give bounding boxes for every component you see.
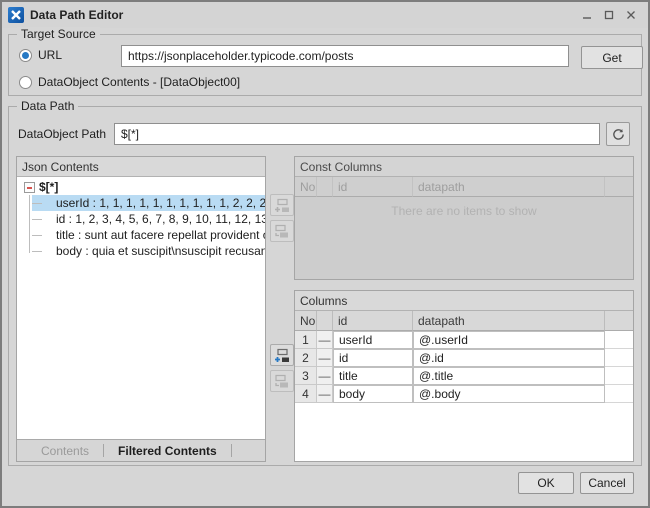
id-cell[interactable]: title bbox=[333, 367, 413, 385]
data-path-editor-dialog: Data Path Editor Target Source URL Get D… bbox=[0, 0, 650, 508]
filler-cell bbox=[605, 385, 633, 403]
columns-panel: Columns No id datapath 1 — userId @.user… bbox=[294, 290, 634, 462]
const-columns-title: Const Columns bbox=[295, 157, 633, 177]
add-row-icon[interactable] bbox=[270, 194, 294, 216]
dataobject-radio[interactable] bbox=[19, 76, 32, 89]
table-row: 4 — body @.body bbox=[295, 385, 633, 403]
collapse-minus-icon[interactable] bbox=[24, 182, 35, 193]
const-columns-panel: Const Columns No id datapath There are n… bbox=[294, 156, 634, 280]
insert-row-icon[interactable] bbox=[270, 220, 294, 242]
refresh-icon[interactable] bbox=[606, 122, 630, 146]
add-row-icon[interactable] bbox=[270, 344, 294, 366]
data-path-group-label: Data Path bbox=[17, 99, 78, 113]
datapath-cell[interactable]: @.id bbox=[413, 349, 605, 367]
dataobject-radio-label: DataObject Contents - [DataObject00] bbox=[38, 75, 240, 89]
tree-item-title[interactable]: title : sunt aut facere repellat provide… bbox=[32, 227, 265, 243]
const-columns-empty-area: There are no items to show bbox=[295, 197, 633, 279]
const-header-datapath: datapath bbox=[413, 177, 605, 197]
id-cell[interactable]: body bbox=[333, 385, 413, 403]
columns-header-filler bbox=[605, 311, 633, 331]
dataobject-path-input[interactable] bbox=[114, 123, 600, 145]
json-contents-panel: Json Contents $[*] userId : 1, 1, 1, 1, … bbox=[16, 156, 266, 462]
row-indicator: — bbox=[317, 385, 333, 403]
row-indicator: — bbox=[317, 367, 333, 385]
row-number: 2 bbox=[295, 349, 317, 367]
json-contents-tabs: Contents Filtered Contents bbox=[17, 440, 265, 461]
tree-root-node[interactable]: $[*] bbox=[17, 179, 265, 195]
insert-row-icon[interactable] bbox=[270, 370, 294, 392]
table-row: 1 — userId @.userId bbox=[295, 331, 633, 349]
get-button[interactable]: Get bbox=[581, 46, 643, 69]
columns-grid-body: 1 — userId @.userId 2 — id @.id 3 — titl… bbox=[295, 331, 633, 461]
const-columns-header-row: No id datapath bbox=[295, 177, 633, 197]
tab-contents[interactable]: Contents bbox=[27, 440, 103, 461]
url-radio-label: URL bbox=[38, 48, 62, 62]
empty-items-text: There are no items to show bbox=[295, 204, 633, 218]
table-row: 3 — title @.title bbox=[295, 367, 633, 385]
columns-title: Columns bbox=[295, 291, 633, 311]
cancel-button[interactable]: Cancel bbox=[580, 472, 634, 494]
filler-cell bbox=[605, 367, 633, 385]
tree-item-body[interactable]: body : quia et suscipit\nsuscipit recusa… bbox=[32, 243, 265, 259]
minimize-icon[interactable] bbox=[578, 6, 596, 24]
tree-root-label: $[*] bbox=[39, 180, 58, 194]
dataobject-path-label: DataObject Path bbox=[18, 127, 106, 141]
maximize-icon[interactable] bbox=[600, 6, 618, 24]
target-source-group: Target Source URL Get DataObject Content… bbox=[8, 34, 642, 96]
columns-header-datapath: datapath bbox=[413, 311, 605, 331]
tree-item-id[interactable]: id : 1, 2, 3, 4, 5, 6, 7, 8, 9, 10, 11, … bbox=[32, 211, 265, 227]
row-number: 4 bbox=[295, 385, 317, 403]
row-number: 3 bbox=[295, 367, 317, 385]
url-radio-row: URL bbox=[19, 48, 62, 62]
row-indicator: — bbox=[317, 349, 333, 367]
const-header-blank bbox=[317, 177, 333, 197]
dataobject-radio-row: DataObject Contents - [DataObject00] bbox=[19, 75, 240, 89]
columns-header-no: No bbox=[295, 311, 317, 331]
x-logo-icon bbox=[8, 7, 24, 23]
columns-header-blank bbox=[317, 311, 333, 331]
id-cell[interactable]: userId bbox=[333, 331, 413, 349]
filler-cell bbox=[605, 331, 633, 349]
table-row: 2 — id @.id bbox=[295, 349, 633, 367]
id-cell[interactable]: id bbox=[333, 349, 413, 367]
row-number: 1 bbox=[295, 331, 317, 349]
columns-header-id: id bbox=[333, 311, 413, 331]
close-icon[interactable] bbox=[622, 6, 640, 24]
ok-button[interactable]: OK bbox=[518, 472, 574, 494]
tree-item-userid[interactable]: userId : 1, 1, 1, 1, 1, 1, 1, 1, 1, 1, 2… bbox=[32, 195, 265, 211]
url-radio[interactable] bbox=[19, 49, 32, 62]
tree-guide-line bbox=[29, 195, 30, 253]
json-tree: $[*] userId : 1, 1, 1, 1, 1, 1, 1, 1, 1,… bbox=[17, 177, 265, 440]
window-title: Data Path Editor bbox=[30, 8, 123, 22]
target-source-group-label: Target Source bbox=[17, 27, 100, 41]
tab-filtered-contents[interactable]: Filtered Contents bbox=[104, 440, 231, 461]
datapath-cell[interactable]: @.body bbox=[413, 385, 605, 403]
json-contents-title: Json Contents bbox=[17, 157, 265, 177]
filler-cell bbox=[605, 349, 633, 367]
datapath-cell[interactable]: @.userId bbox=[413, 331, 605, 349]
tab-separator bbox=[231, 444, 232, 457]
row-indicator: — bbox=[317, 331, 333, 349]
columns-header-row: No id datapath bbox=[295, 311, 633, 331]
const-header-id: id bbox=[333, 177, 413, 197]
title-bar: Data Path Editor bbox=[2, 2, 648, 28]
const-header-filler bbox=[605, 177, 633, 197]
url-input[interactable] bbox=[121, 45, 569, 67]
const-header-no: No bbox=[295, 177, 317, 197]
datapath-cell[interactable]: @.title bbox=[413, 367, 605, 385]
